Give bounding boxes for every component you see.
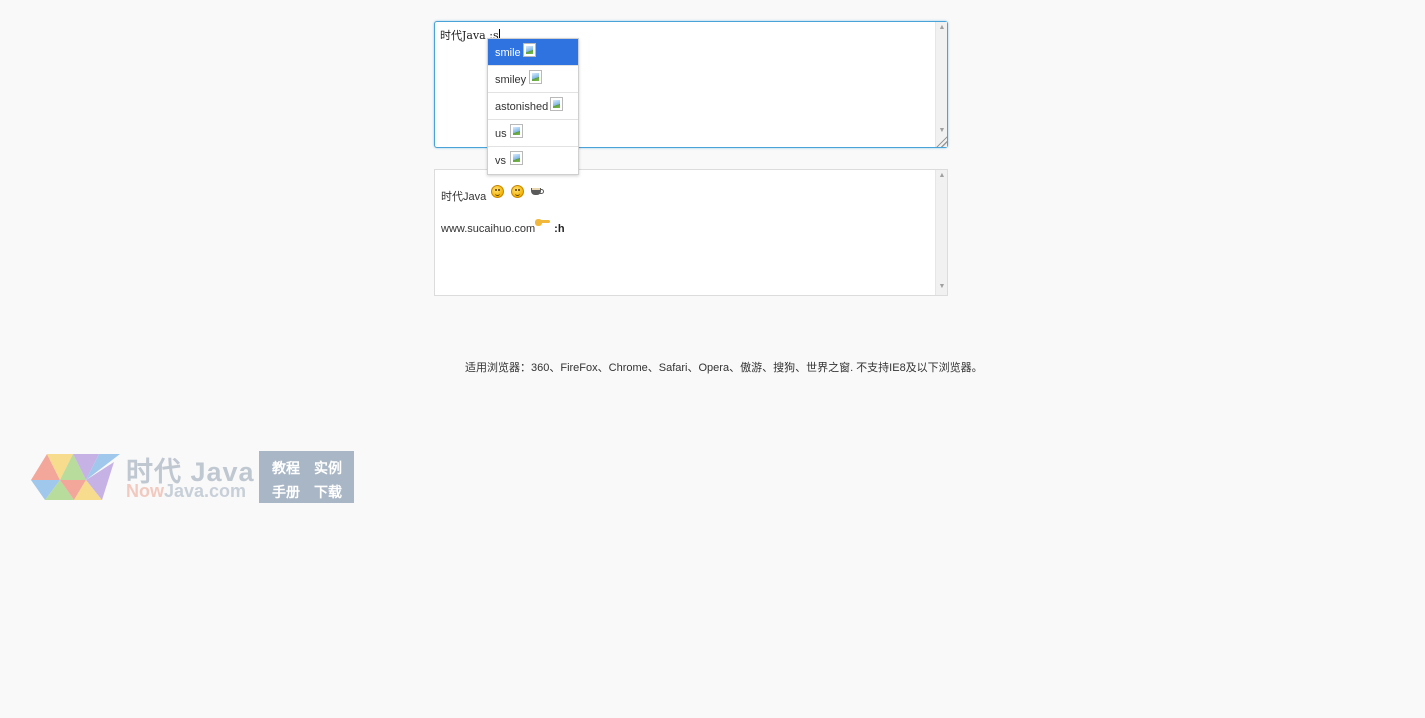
site-logo[interactable]: 时代 Java NowJava.com 教程 实例 手册 下载 [14,450,354,503]
logo-box-label: 下载 [314,484,342,500]
preview-line-2: www.sucaihuo.com :h [441,218,565,235]
preview-unmatched-token: :h [554,223,565,235]
smiley-emoji-icon [511,185,525,198]
logo-box-label: 手册 [272,484,300,500]
autocomplete-item-label: smiley [495,74,527,86]
scroll-down-arrow-icon[interactable]: ▼ [936,281,948,293]
autocomplete-list: smile smiley astonished us vs [487,38,579,175]
scroll-up-arrow-icon[interactable]: ▲ [936,22,948,34]
preview-line-1-text: 时代Java [441,191,487,203]
autocomplete-item-label: astonished [495,101,549,113]
autocomplete-item-smiley[interactable]: smiley [488,66,578,93]
logo-box-label: 教程 [272,460,300,476]
point-right-icon [535,218,551,227]
broken-image-icon [529,70,542,84]
preview-line-2-text: www.sucaihuo.com [441,223,536,235]
preview-scrollbar[interactable]: ▲ ▼ [935,170,947,295]
logo-english-java: Java.com [164,481,247,501]
broken-image-icon [510,124,523,138]
autocomplete-item-label: us [495,128,507,140]
autocomplete-item-smile[interactable]: smile [488,39,578,66]
logo-triangles-icon [31,454,120,500]
autocomplete-item-label: vs [495,155,506,167]
autocomplete-item-astonished[interactable]: astonished [488,93,578,120]
broken-image-icon [510,151,523,165]
autocomplete-item-vs[interactable]: vs [488,147,578,174]
coffee-icon [530,185,545,197]
autocomplete-item-us[interactable]: us [488,120,578,147]
scroll-up-arrow-icon[interactable]: ▲ [936,170,948,182]
editor-scrollbar[interactable]: ▲ ▼ [935,22,947,147]
preview-line-1: 时代Java [441,185,545,204]
resize-grip-icon[interactable] [935,135,947,147]
logo-menu-box: 教程 实例 手册 下载 [259,451,354,503]
broken-image-icon [523,43,536,57]
autocomplete-item-label: smile [495,47,521,59]
smile-emoji-icon [491,185,505,198]
broken-image-icon [550,97,563,111]
browser-support-notice: 适用浏览器：360、FireFox、Chrome、Safari、Opera、傲游… [465,362,983,374]
logo-english-text: NowJava.com [126,481,246,502]
logo-box-label: 实例 [314,460,342,476]
page: 时代Java :s ▲ ▼ smile smiley astonished us… [0,0,1425,718]
preview-box: 时代Java www.sucaihuo.com :h ▲ ▼ [434,169,948,296]
logo-english-now: Now [126,481,164,501]
